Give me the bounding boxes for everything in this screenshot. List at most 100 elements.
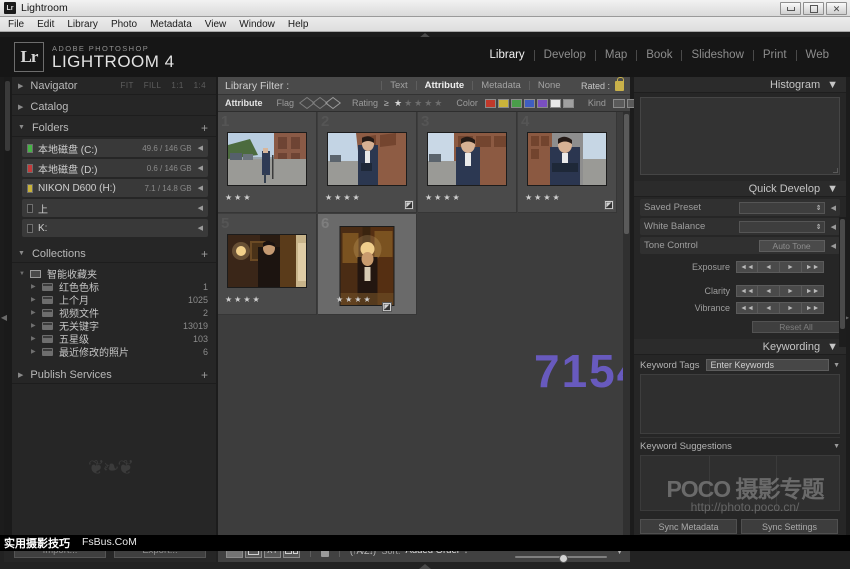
color-swatch-red[interactable] (485, 99, 496, 108)
filter-tab-none[interactable]: None (530, 80, 569, 91)
saved-preset-dropdown[interactable]: ⇕ (739, 202, 825, 214)
chevron-down-icon[interactable]: ▼ (827, 183, 838, 195)
photo-thumbnail[interactable] (527, 132, 607, 186)
chevron-down-icon[interactable]: ▼ (827, 79, 838, 91)
module-map[interactable]: Map (596, 49, 636, 61)
photo-rating[interactable]: ★★★ (225, 193, 253, 202)
menu-photo[interactable]: Photo (111, 19, 137, 30)
collection-group[interactable]: ▼ 智能收藏夹 (12, 267, 216, 280)
slider-knob[interactable] (559, 554, 568, 563)
chevron-left-icon[interactable]: ◀ (198, 224, 203, 232)
lock-icon[interactable] (615, 81, 624, 91)
clarity-increase-large[interactable]: ►► (802, 285, 824, 297)
color-swatch-blue[interactable] (524, 99, 535, 108)
photo-thumbnail[interactable] (340, 226, 395, 306)
filter-tab-text[interactable]: Text (382, 80, 415, 91)
kind-photo-icon[interactable] (613, 99, 625, 108)
menu-help[interactable]: Help (288, 19, 309, 30)
left-panel-collapse-handle[interactable]: ◀ (0, 297, 8, 337)
grid-cell[interactable]: 2 (318, 112, 417, 213)
panel-keywording-header[interactable]: Keywording ▼ (634, 339, 846, 355)
develop-badge-icon[interactable]: ◪ (604, 200, 614, 210)
color-swatch-purple[interactable] (537, 99, 548, 108)
grid-cell-selected[interactable]: 6 (318, 214, 417, 315)
vibrance-decrease-small[interactable]: ◄ (758, 302, 780, 314)
photo-rating[interactable]: ★★★★ (325, 193, 362, 202)
folder-row[interactable]: 本地磁盘 (C:) 49.6 / 146 GB ◀ (22, 139, 208, 157)
exposure-decrease-large[interactable]: ◄◄ (736, 261, 758, 273)
sync-metadata-button[interactable]: Sync Metadata (640, 519, 737, 534)
module-print[interactable]: Print (754, 49, 796, 61)
menu-library[interactable]: Library (67, 19, 98, 30)
grid-cell[interactable]: 5 (218, 214, 317, 315)
photo-thumbnail[interactable] (227, 132, 307, 186)
vibrance-increase-large[interactable]: ►► (802, 302, 824, 314)
add-folder-icon[interactable]: + (201, 121, 208, 135)
collection-item-last-month[interactable]: ▶ 上个月 1025 (12, 293, 216, 306)
star-icon[interactable]: ★ (434, 98, 442, 109)
module-book[interactable]: Book (637, 49, 681, 61)
rating-operator[interactable]: ≥ (384, 98, 389, 108)
panel-folders[interactable]: ▼ Folders + (12, 119, 216, 137)
grid-cell[interactable]: 1 (218, 112, 317, 213)
folder-row[interactable]: K: ◀ (22, 219, 208, 237)
sync-settings-button[interactable]: Sync Settings (741, 519, 838, 534)
menu-edit[interactable]: Edit (37, 19, 54, 30)
star-icon[interactable]: ★ (404, 98, 412, 109)
panel-histogram-header[interactable]: Histogram ▼ (634, 77, 846, 93)
scrollbar-thumb[interactable] (840, 219, 845, 329)
saved-preset-row[interactable]: Saved Preset ⇕ ◀ (640, 199, 840, 216)
vibrance-increase-small[interactable]: ► (780, 302, 802, 314)
panel-quick-develop-header[interactable]: Quick Develop ▼ (634, 181, 846, 197)
panel-collections[interactable]: ▼ Collections + (12, 245, 216, 263)
chevron-left-icon[interactable]: ◀ (831, 242, 836, 250)
module-web[interactable]: Web (797, 49, 838, 61)
chevron-down-icon[interactable]: ▼ (833, 443, 840, 450)
menu-view[interactable]: View (205, 19, 227, 30)
develop-badge-icon[interactable]: ◪ (404, 200, 414, 210)
develop-badge-icon[interactable]: ◪ (382, 302, 392, 312)
folder-row[interactable]: 本地磁盘 (D:) 0.6 / 146 GB ◀ (22, 159, 208, 177)
vibrance-decrease-large[interactable]: ◄◄ (736, 302, 758, 314)
keyword-tags-area[interactable] (640, 374, 840, 434)
zoom-1-1[interactable]: 1:1 (171, 81, 183, 90)
collection-item-red-label[interactable]: ▶ 红色色标 1 (12, 280, 216, 293)
panel-navigator[interactable]: ▶ Navigator FIT FILL 1:1 1:4 (12, 77, 216, 95)
zoom-1-4[interactable]: 1:4 (194, 81, 206, 90)
color-swatch-white[interactable] (550, 99, 561, 108)
add-collection-icon[interactable]: + (201, 247, 208, 261)
keyword-suggestions-header[interactable]: Keyword Suggestions ▼ (640, 437, 840, 453)
grid-cell[interactable]: 3 (418, 112, 517, 213)
menu-metadata[interactable]: Metadata (150, 19, 192, 30)
zoom-fill[interactable]: FILL (144, 81, 162, 90)
module-library[interactable]: Library (481, 49, 534, 61)
photo-thumbnail[interactable] (427, 132, 507, 186)
collection-item-video-files[interactable]: ▶ 视频文件 2 (12, 306, 216, 319)
white-balance-row[interactable]: White Balance ⇕ ◀ (640, 218, 840, 235)
chevron-left-icon[interactable]: ◀ (198, 144, 203, 152)
flag-reject-icon[interactable] (325, 97, 341, 109)
zoom-fit[interactable]: FIT (121, 81, 134, 90)
chevron-down-icon[interactable]: ▼ (833, 362, 840, 369)
grid-cell[interactable]: 4 (518, 112, 617, 213)
color-swatch-yellow[interactable] (498, 99, 509, 108)
star-icon[interactable]: ★ (394, 98, 402, 109)
chevron-left-icon[interactable]: ◀ (831, 223, 836, 231)
photo-thumbnail[interactable] (327, 132, 407, 186)
collection-item-no-keywords[interactable]: ▶ 无关键字 13019 (12, 319, 216, 332)
color-swatch-gray[interactable] (563, 99, 574, 108)
white-balance-dropdown[interactable]: ⇕ (739, 221, 825, 233)
right-panel-scrollbar[interactable] (839, 217, 846, 347)
panel-publish-services[interactable]: ▶ Publish Services + (12, 366, 216, 384)
close-button[interactable]: ✕ (826, 2, 847, 15)
menu-window[interactable]: Window (239, 19, 275, 30)
chevron-down-icon[interactable]: ▼ (827, 341, 838, 353)
module-develop[interactable]: Develop (535, 49, 595, 61)
clarity-decrease-large[interactable]: ◄◄ (736, 285, 758, 297)
auto-tone-button[interactable]: Auto Tone (759, 240, 825, 252)
chevron-left-icon[interactable]: ◀ (198, 204, 203, 212)
keyword-input[interactable]: Enter Keywords (706, 359, 830, 371)
rating-stars[interactable]: ★ ★ ★ ★ ★ (394, 98, 442, 109)
exposure-increase-small[interactable]: ► (780, 261, 802, 273)
photo-rating[interactable]: ★★★★ (425, 193, 462, 202)
